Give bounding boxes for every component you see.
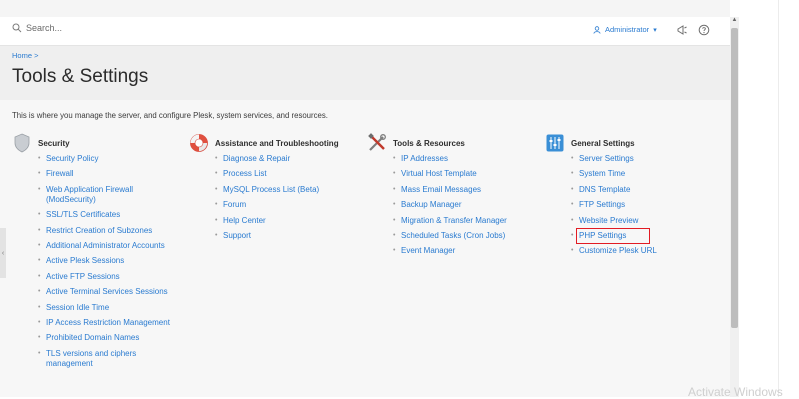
link-php-settings[interactable]: PHP Settings [571,227,650,244]
section-assistance: Assistance and Troubleshooting Diagnose … [189,134,364,246]
link-session-idle-time[interactable]: Session Idle Time [38,303,178,313]
shield-icon [14,133,30,153]
tools-icon [368,133,386,151]
main-content: This is where you manage the server, and… [0,100,730,397]
search-placeholder: Search... [26,23,63,33]
link-mass-email-messages[interactable]: Mass Email Messages [393,185,542,195]
link-diagnose-repair[interactable]: Diagnose & Repair [215,154,364,164]
link-backup-manager[interactable]: Backup Manager [393,200,542,210]
search-box[interactable]: Search... [12,23,62,33]
megaphone-icon [677,25,687,35]
link-help-center[interactable]: Help Center [215,216,364,226]
link-system-time[interactable]: System Time [571,169,725,179]
link-scheduled-tasks[interactable]: Scheduled Tasks (Cron Jobs) [393,231,542,241]
php-settings-label: PHP Settings [579,230,627,240]
page-header: Home > Tools & Settings [0,46,730,100]
link-support[interactable]: Support [215,231,364,241]
link-dns-template[interactable]: DNS Template [571,185,725,195]
link-virtual-host-template[interactable]: Virtual Host Template [393,169,542,179]
link-tls-versions-and-ciphers[interactable]: TLS versions and ciphers management [38,349,178,369]
settings-panel-icon [546,134,564,152]
breadcrumb-home[interactable]: Home > [12,51,38,60]
window-divider [778,0,779,397]
link-prohibited-domain-names[interactable]: Prohibited Domain Names [38,333,178,343]
chevron-down-icon: ▾ [653,26,657,34]
link-customize-plesk-url[interactable]: Customize Plesk URL [571,246,725,256]
link-mysql-process-list[interactable]: MySQL Process List (Beta) [215,185,364,195]
section-title-tools-resources: Tools & Resources [393,138,465,148]
scroll-up-arrow-icon[interactable]: ▲ [730,17,739,27]
link-migration-transfer-manager[interactable]: Migration & Transfer Manager [393,216,542,226]
link-additional-administrator-accounts[interactable]: Additional Administrator Accounts [38,241,178,251]
section-title-assistance: Assistance and Troubleshooting [215,138,339,148]
link-web-application-firewall[interactable]: Web Application Firewall (ModSecurity) [38,185,178,205]
link-firewall[interactable]: Firewall [38,169,178,179]
link-ip-addresses[interactable]: IP Addresses [393,154,542,164]
php-settings-highlight: PHP Settings [576,227,650,244]
link-ftp-settings[interactable]: FTP Settings [571,200,725,210]
link-event-manager[interactable]: Event Manager [393,246,542,256]
sidebar-collapse-handle[interactable]: ‹ [0,228,6,278]
user-name: Administrator [605,25,650,34]
intro-text: This is where you manage the server, and… [12,111,328,120]
announcements-button[interactable] [675,23,689,37]
link-active-terminal-services-sessions[interactable]: Active Terminal Services Sessions [38,287,178,297]
section-title-general-settings: General Settings [571,138,635,148]
scrollbar-thumb[interactable] [731,28,738,328]
user-icon [593,25,601,34]
link-active-plesk-sessions[interactable]: Active Plesk Sessions [38,256,178,266]
link-website-preview[interactable]: Website Preview [571,216,725,226]
help-button[interactable] [697,23,711,37]
link-restrict-creation-of-subzones[interactable]: Restrict Creation of Subzones [38,226,178,236]
section-tools-resources: Tools & Resources IP Addresses Virtual H… [367,133,542,262]
section-security: Security Security Policy Firewall Web Ap… [12,133,182,374]
link-security-policy[interactable]: Security Policy [38,154,178,164]
search-icon [12,23,22,33]
help-icon [698,24,710,36]
chevron-left-icon: ‹ [1,249,5,257]
user-menu[interactable]: Administrator ▾ [593,25,657,34]
page-title: Tools & Settings [12,66,149,87]
section-title-security: Security [38,138,70,148]
link-server-settings[interactable]: Server Settings [571,154,725,164]
section-general-settings: General Settings Server Settings System … [545,134,725,262]
plesk-window: Search... Administrator ▾ Home > Tools &… [0,0,730,397]
link-forum[interactable]: Forum [215,200,364,210]
link-ssl-tls-certificates[interactable]: SSL/TLS Certificates [38,210,178,220]
lifebuoy-icon [190,134,208,152]
top-bar: Search... Administrator ▾ [0,17,730,46]
vertical-scrollbar[interactable]: ▲ [730,17,739,397]
link-process-list[interactable]: Process List [215,169,364,179]
link-active-ftp-sessions[interactable]: Active FTP Sessions [38,272,178,282]
link-ip-access-restriction-management[interactable]: IP Access Restriction Management [38,318,178,328]
